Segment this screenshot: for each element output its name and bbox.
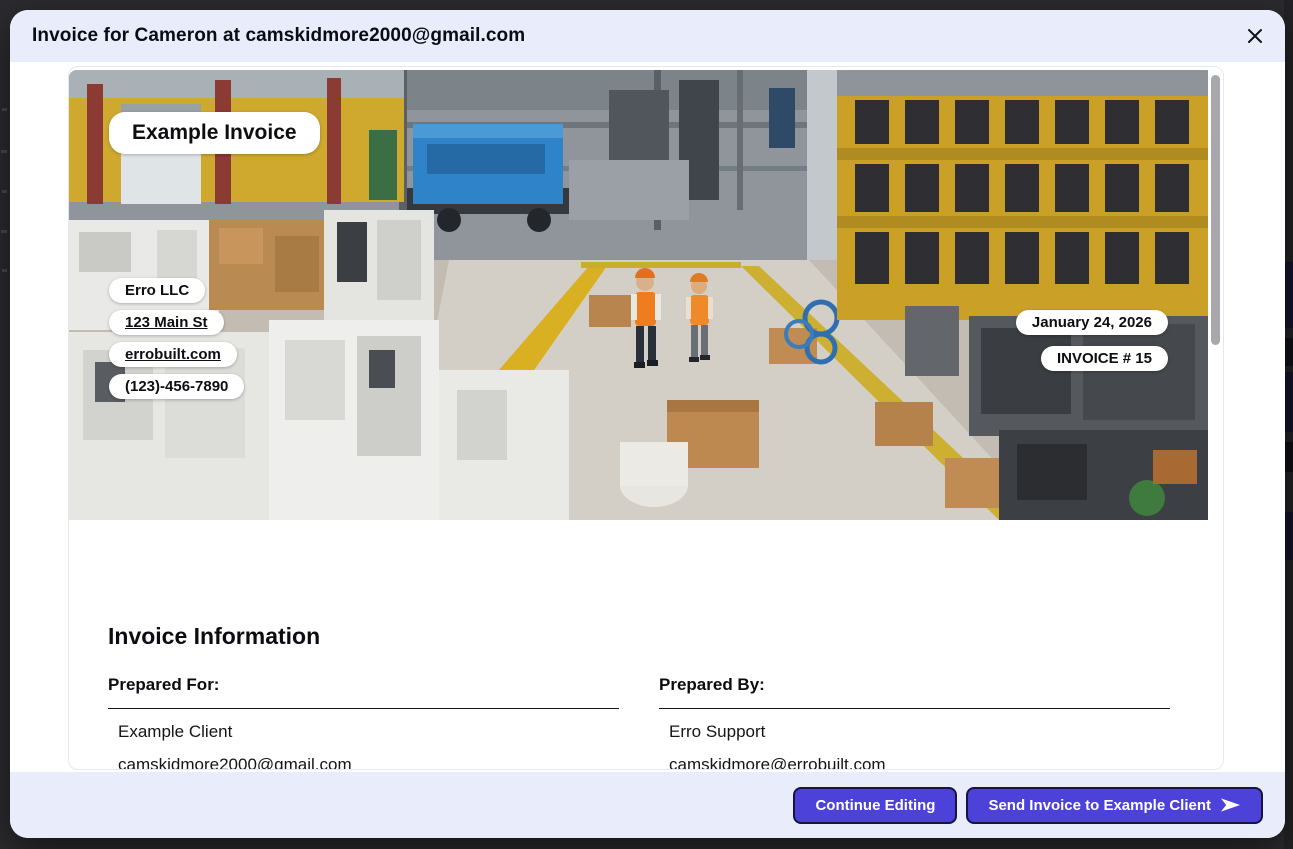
invoice-preview-modal: Invoice for Cameron at camskidmore2000@g…	[10, 10, 1285, 838]
modal-header: Invoice for Cameron at camskidmore2000@g…	[10, 10, 1285, 62]
background-text-fragment	[2, 190, 7, 193]
invoice-information-heading: Invoice Information	[108, 623, 320, 650]
send-arrow-icon	[1220, 796, 1241, 814]
continue-editing-button[interactable]: Continue Editing	[793, 787, 957, 824]
preview-scrollbar[interactable]	[1208, 67, 1223, 769]
background-page-edge	[1284, 0, 1293, 849]
continue-editing-label: Continue Editing	[815, 797, 935, 814]
send-invoice-button[interactable]: Send Invoice to Example Client	[966, 787, 1263, 824]
close-button[interactable]	[1241, 22, 1269, 50]
prepared-by-label: Prepared By:	[659, 675, 1170, 695]
prepared-by-name: Erro Support	[669, 722, 1170, 742]
company-name-badge: Erro LLC	[109, 278, 205, 303]
invoice-preview-card[interactable]: Example Invoice Erro LLC 123 Main St err…	[68, 66, 1224, 770]
prepared-by-email: camskidmore@errobuilt.com	[669, 755, 1170, 770]
prepared-by-divider	[659, 708, 1170, 709]
company-phone-badge: (123)-456-7890	[109, 374, 244, 399]
background-text-fragment	[2, 108, 7, 111]
invoice-document: Example Invoice Erro LLC 123 Main St err…	[69, 67, 1208, 770]
prepared-for-column: Prepared For: Example Client camskidmore…	[108, 675, 619, 770]
invoice-hero-image: Example Invoice Erro LLC 123 Main St err…	[69, 70, 1208, 520]
prepared-for-email: camskidmore2000@gmail.com	[118, 755, 619, 770]
modal-footer: Continue Editing Send Invoice to Example…	[10, 772, 1285, 838]
modal-body: Example Invoice Erro LLC 123 Main St err…	[10, 62, 1285, 772]
background-text-fragment	[2, 269, 7, 272]
prepared-for-label: Prepared For:	[108, 675, 619, 695]
background-text-fragment	[1, 150, 7, 153]
company-address-link[interactable]: 123 Main St	[109, 310, 224, 335]
invoice-date-badge: January 24, 2026	[1016, 310, 1168, 335]
example-invoice-badge: Example Invoice	[109, 112, 320, 154]
company-website-link[interactable]: errobuilt.com	[109, 342, 237, 367]
invoice-number-badge: INVOICE # 15	[1041, 346, 1168, 371]
close-icon	[1247, 28, 1263, 44]
background-text-fragment	[1, 230, 7, 233]
prepared-for-name: Example Client	[118, 722, 619, 742]
prepared-by-column: Prepared By: Erro Support camskidmore@er…	[659, 675, 1170, 770]
send-invoice-label: Send Invoice to Example Client	[988, 797, 1211, 814]
preview-scrollbar-thumb[interactable]	[1211, 75, 1220, 345]
modal-title: Invoice for Cameron at camskidmore2000@g…	[32, 25, 525, 47]
prepared-for-divider	[108, 708, 619, 709]
